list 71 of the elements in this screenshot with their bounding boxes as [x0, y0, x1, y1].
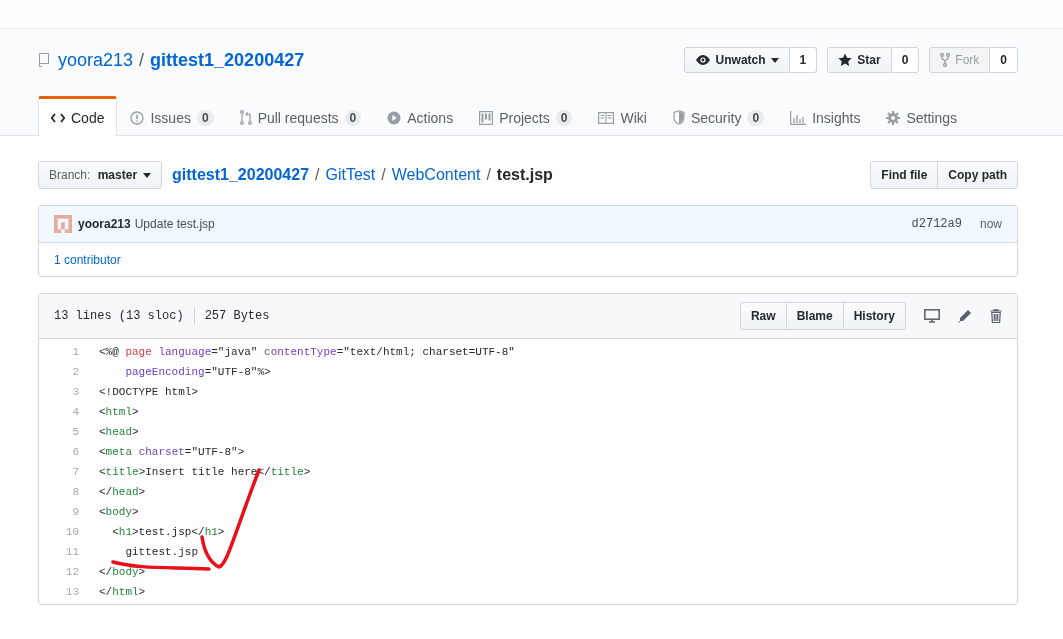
repository-tab[interactable]: Code: [38, 96, 118, 136]
file-view-button[interactable]: Blame: [785, 302, 844, 330]
repository-tab[interactable]: Issues 0: [117, 96, 227, 136]
social-count[interactable]: 0: [891, 47, 920, 73]
caret-icon: [770, 57, 779, 63]
star-icon: [838, 53, 853, 67]
settings-icon: [886, 110, 901, 125]
branch-select-button[interactable]: Branch: master: [38, 161, 163, 189]
breadcrumb-link[interactable]: WebContent: [391, 166, 481, 184]
pull-request-icon: [239, 110, 252, 125]
path-separator: /: [315, 166, 320, 184]
repository-tab[interactable]: Actions: [374, 96, 467, 136]
repository-tab[interactable]: Settings: [873, 96, 970, 136]
desktop-icon[interactable]: [924, 309, 940, 323]
avatar-icon: [54, 215, 72, 233]
star-button[interactable]: Star: [827, 47, 892, 73]
code-line: </html>: [98, 586, 146, 598]
line-count: 13 lines (13 sloc): [54, 309, 184, 323]
repository-tab[interactable]: Projects 0: [466, 96, 586, 136]
watch-button[interactable]: Unwatch: [683, 47, 790, 73]
file-action-button[interactable]: Find file: [870, 161, 939, 189]
social-count[interactable]: 1: [789, 47, 818, 73]
owner-link[interactable]: yoora213: [58, 49, 134, 71]
file-view-button[interactable]: History: [842, 302, 906, 330]
commit-time: now: [980, 217, 1002, 231]
book-icon: [598, 111, 615, 124]
caret-icon: [143, 172, 152, 178]
repository-tab[interactable]: Security 0: [659, 96, 778, 136]
tab-counter: 0: [344, 109, 362, 126]
code-line: <h1>test.jsp</h1>: [111, 526, 225, 538]
repository-tab[interactable]: Wiki: [585, 96, 660, 136]
file-name: test.jsp: [496, 166, 553, 184]
code-line: <meta charset="UTF-8">: [98, 446, 245, 458]
project-board-icon: [479, 110, 494, 125]
commit-author[interactable]: yoora213: [78, 217, 131, 231]
pencil-icon[interactable]: [958, 309, 972, 323]
code-line: gittest.jsp: [124, 546, 199, 558]
repository-icon: [38, 52, 50, 68]
repository-tab[interactable]: Insights: [777, 96, 874, 136]
shield-icon: [672, 110, 685, 125]
code-line: <body>: [98, 506, 139, 518]
repository-link[interactable]: gittest1_20200427: [150, 49, 305, 71]
breadcrumb-link[interactable]: gittest1_20200427: [172, 166, 310, 184]
tab-counter: 0: [747, 109, 765, 126]
file-size: 257 Bytes: [204, 309, 270, 323]
play-icon: [387, 110, 402, 125]
tab-counter: 0: [555, 109, 573, 126]
commit-sha[interactable]: d2712a9: [911, 217, 962, 231]
eye-icon: [694, 54, 711, 66]
code-line: </body>: [98, 566, 146, 578]
bar-graph-icon: [790, 110, 807, 125]
file-action-button[interactable]: Copy path: [937, 161, 1018, 189]
path-separator: /: [486, 166, 491, 184]
code-line: pageEncoding="UTF-8"%>: [124, 366, 271, 378]
repository-tab[interactable]: Pull requests 0: [226, 96, 375, 136]
code-line: <html>: [98, 406, 139, 418]
breadcrumb-link[interactable]: GitTest: [325, 166, 376, 184]
code-line: <head>: [98, 426, 139, 438]
commit-message[interactable]: Update test.jsp: [134, 217, 215, 231]
code-line: <!DOCTYPE html>: [98, 386, 199, 398]
path-separator: /: [139, 49, 145, 71]
contributors-link[interactable]: 1 contributor: [54, 252, 121, 267]
fork-icon: [940, 53, 951, 67]
trash-icon[interactable]: [990, 309, 1002, 323]
issue-icon: [130, 110, 145, 125]
path-separator: /: [381, 166, 386, 184]
code-line: <%@ page language="java" contentType="text/html; charset=UTF-8": [98, 346, 515, 358]
code-line: </head>: [98, 486, 146, 498]
file-view-button[interactable]: Raw: [739, 302, 787, 330]
code-icon: [51, 112, 65, 123]
tab-counter: 0: [196, 109, 214, 126]
